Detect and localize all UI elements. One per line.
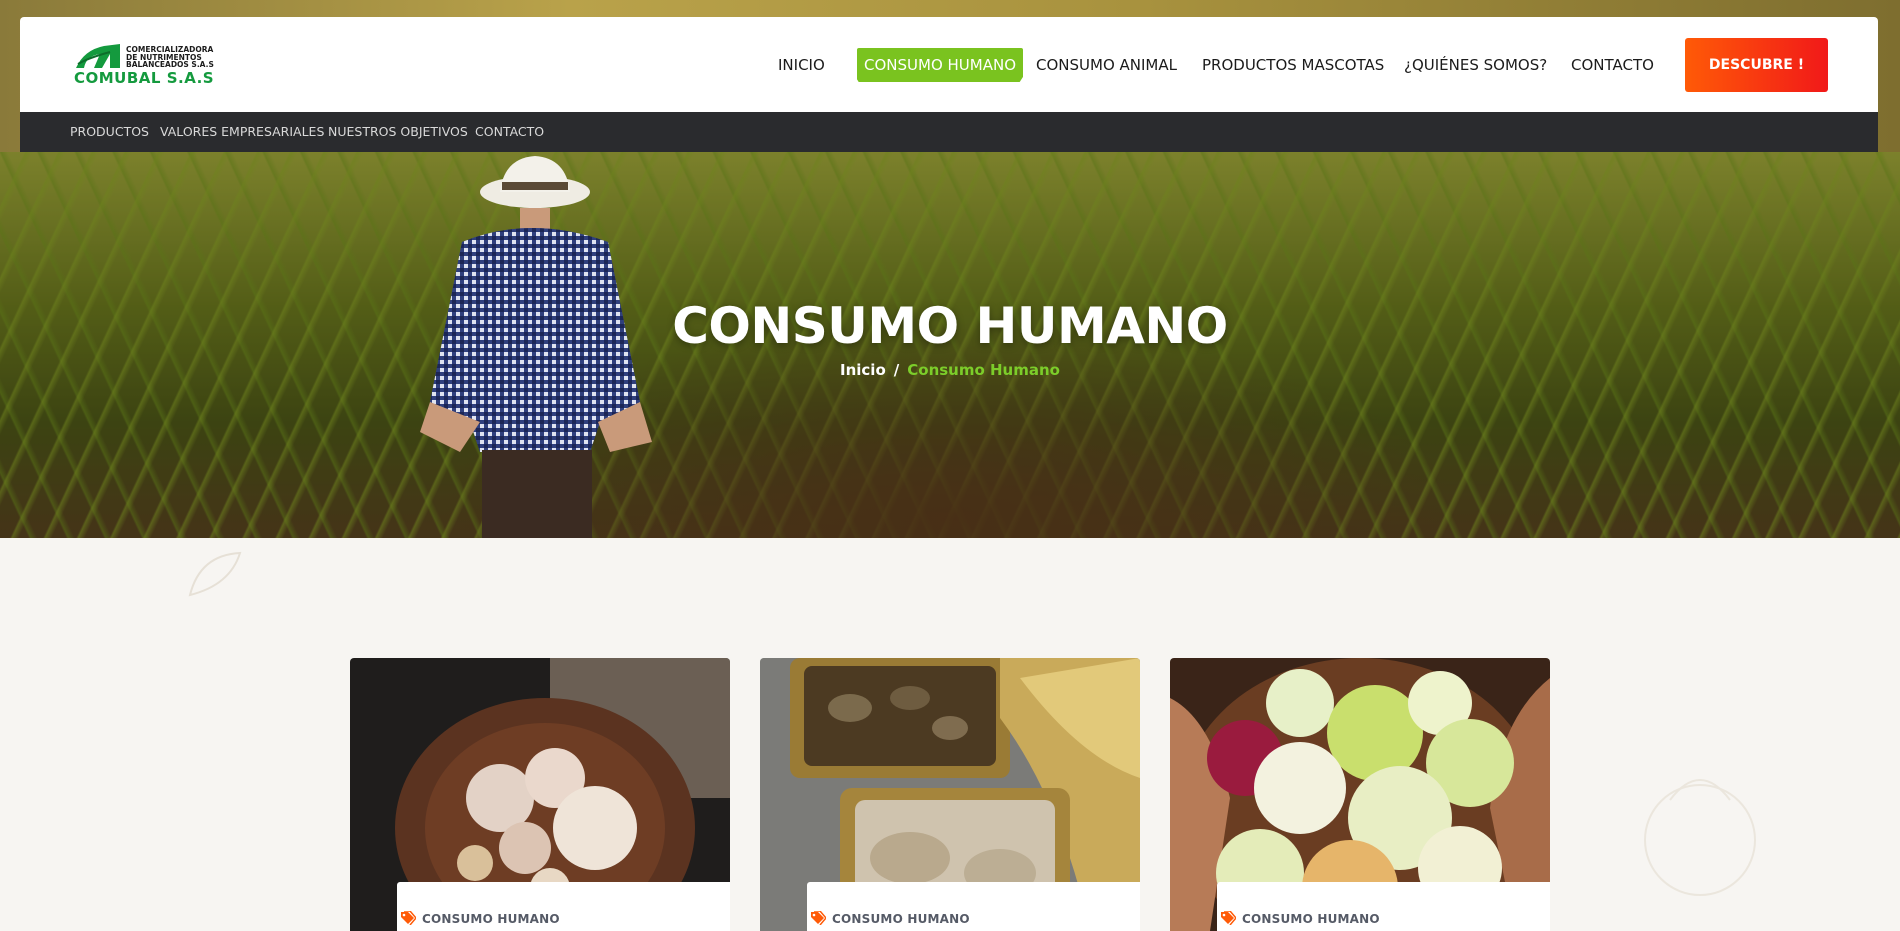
card-category-label: CONSUMO HUMANO	[832, 912, 970, 926]
product-card[interactable]: CONSUMO HUMANO	[760, 658, 1140, 931]
nav-item-contacto[interactable]: CONTACTO	[1571, 48, 1654, 82]
card-category-label: CONSUMO HUMANO	[422, 912, 560, 926]
product-card[interactable]: CONSUMO HUMANO	[1170, 658, 1550, 931]
tag-icon	[401, 911, 416, 925]
subnav-item-valores[interactable]: VALORES EMPRESARIALES	[160, 112, 324, 152]
tag-icon	[811, 911, 826, 925]
card-category[interactable]: CONSUMO HUMANO	[811, 911, 970, 926]
nav-item-inicio[interactable]: INICIO	[778, 48, 825, 82]
breadcrumb-home[interactable]: Inicio	[840, 361, 886, 379]
site-logo[interactable]: COMERCIALIZADORA DE NUTRIMENTOS BALANCEA…	[74, 42, 234, 92]
site-header: COMERCIALIZADORA DE NUTRIMENTOS BALANCEA…	[20, 17, 1878, 112]
breadcrumb-current: Consumo Humano	[907, 361, 1060, 379]
tag-icon	[1221, 911, 1236, 925]
decor-leaf-icon	[188, 551, 242, 597]
card-footer: CONSUMO HUMANO	[807, 882, 1140, 931]
card-footer: CONSUMO HUMANO	[1217, 882, 1550, 931]
card-category[interactable]: CONSUMO HUMANO	[401, 911, 560, 926]
logo-mark-icon	[76, 44, 120, 68]
subnav-item-objetivos[interactable]: NUESTROS OBJETIVOS	[328, 112, 468, 152]
logo-tagline-3: BALANCEADOS S.A.S	[126, 60, 214, 69]
card-footer: CONSUMO HUMANO	[397, 882, 730, 931]
decor-vegetable-icon	[1644, 779, 1756, 896]
nav-item-consumo-humano[interactable]: CONSUMO HUMANO	[857, 48, 1024, 82]
page-title: CONSUMO HUMANO	[672, 297, 1228, 355]
nav-item-quienes-somos[interactable]: ¿QUIÉNES SOMOS?	[1404, 48, 1547, 82]
card-category[interactable]: CONSUMO HUMANO	[1221, 911, 1380, 926]
nav-item-consumo-animal[interactable]: CONSUMO ANIMAL	[1036, 48, 1177, 82]
secondary-nav: PRODUCTOS VALORES EMPRESARIALES NUESTROS…	[20, 112, 1878, 152]
product-card[interactable]: CONSUMO HUMANO	[350, 658, 730, 931]
hero-banner: CONSUMO HUMANO Inicio / Consumo Humano	[0, 152, 1900, 538]
breadcrumb-separator: /	[893, 361, 900, 379]
breadcrumb: Inicio / Consumo Humano	[0, 361, 1900, 379]
subnav-item-contacto[interactable]: CONTACTO	[475, 112, 544, 152]
logo-name: COMUBAL S.A.S	[74, 69, 215, 87]
subnav-item-productos[interactable]: PRODUCTOS	[70, 112, 149, 152]
logo-tagline: COMERCIALIZADORA DE NUTRIMENTOS BALANCEA…	[126, 46, 214, 69]
card-category-label: CONSUMO HUMANO	[1242, 912, 1380, 926]
nav-item-productos-mascotas[interactable]: PRODUCTOS MASCOTAS	[1202, 48, 1384, 82]
discover-button[interactable]: DESCUBRE !	[1685, 38, 1828, 92]
